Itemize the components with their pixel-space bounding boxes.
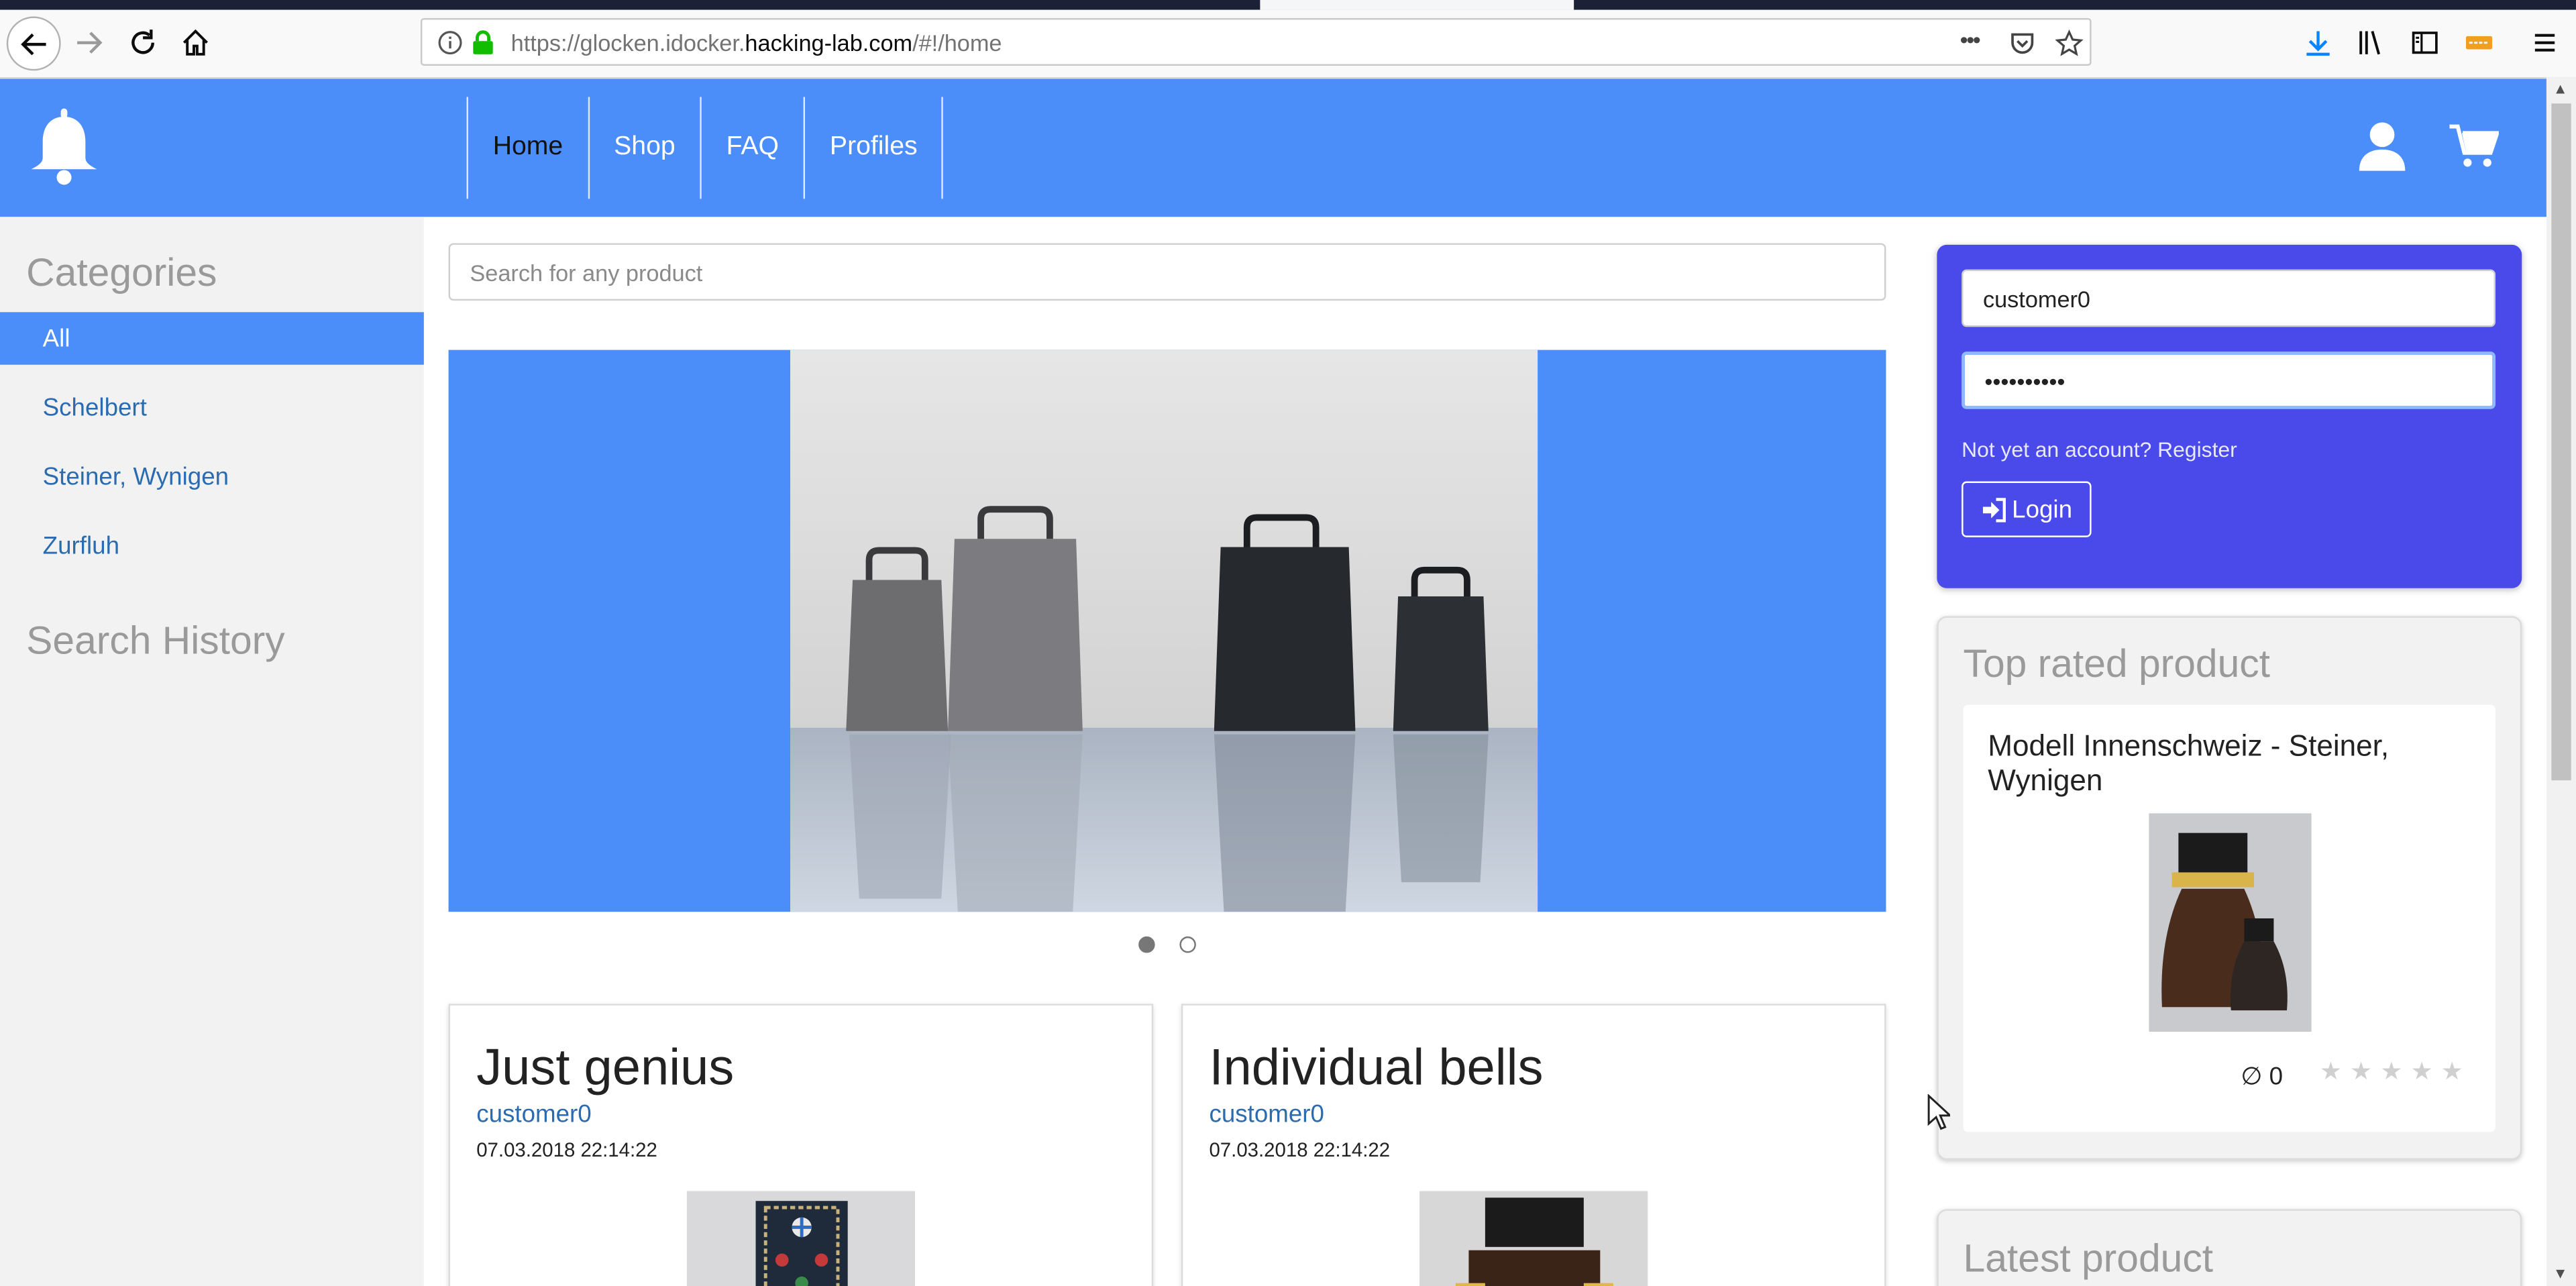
bell-icon xyxy=(31,108,97,185)
top-rated-heading: Top rated product xyxy=(1963,642,2271,687)
carousel-image-cowbells xyxy=(790,350,1538,912)
page-scrollbar[interactable]: ▲ ▼ xyxy=(2546,77,2576,1286)
star-rating[interactable]: ★ ★ ★ ★ ★ xyxy=(2320,1057,2463,1086)
card-author-link[interactable]: customer0 xyxy=(476,1101,592,1129)
downloads-button[interactable] xyxy=(2292,16,2344,68)
password-field[interactable] xyxy=(1962,352,2496,409)
logo[interactable] xyxy=(30,108,99,196)
star-icon[interactable]: ★ xyxy=(2320,1057,2342,1086)
page-actions-menu[interactable]: ••• xyxy=(1960,26,1981,52)
left-sidebar: Categories All Schelbert Steiner, Wynige… xyxy=(0,217,424,1286)
url-bar[interactable]: https://glocken.idocker.hacking-lab.com/… xyxy=(420,17,2092,66)
card-date: 07.03.2018 22:14:22 xyxy=(1209,1138,1391,1162)
bookmark-star-icon[interactable] xyxy=(2055,30,2084,58)
product-image[interactable] xyxy=(2149,813,2312,1032)
product-search-input[interactable] xyxy=(448,243,1886,301)
extension-button[interactable] xyxy=(2453,16,2505,68)
reload-icon xyxy=(131,30,154,54)
library-button[interactable] xyxy=(2345,16,2397,68)
back-button[interactable] xyxy=(6,16,61,71)
scroll-thumb[interactable] xyxy=(2551,103,2571,781)
card-image[interactable] xyxy=(686,1191,916,1286)
nav-profiles[interactable]: Profiles xyxy=(803,97,944,199)
tab-strip xyxy=(0,0,2576,10)
login-button[interactable]: Login xyxy=(1962,481,2092,537)
home-icon xyxy=(182,29,208,56)
register-link[interactable]: Register xyxy=(2157,437,2237,462)
pocket-icon[interactable] xyxy=(2009,30,2035,56)
rating-average: ∅ 0 xyxy=(2241,1063,2284,1091)
cart-button[interactable] xyxy=(2449,123,2500,178)
main-nav: Home Shop FAQ Profiles xyxy=(466,97,944,199)
card-image[interactable] xyxy=(1419,1191,1648,1286)
top-rated-product-card[interactable]: Modell Innenschweiz - Steiner, Wynigen ∅… xyxy=(1963,704,2496,1132)
site-header: Home Shop FAQ Profiles xyxy=(0,78,2546,217)
extension-icon xyxy=(2465,36,2493,50)
post-card[interactable]: Just genius customer0 07.03.2018 22:14:2… xyxy=(448,1004,1154,1286)
nav-home[interactable]: Home xyxy=(466,97,588,199)
app-menu-button[interactable] xyxy=(2518,16,2571,68)
card-author-link[interactable]: customer0 xyxy=(1209,1101,1324,1129)
nav-faq[interactable]: FAQ xyxy=(700,97,803,199)
search-history-heading: Search History xyxy=(26,619,285,664)
scroll-down-arrow-icon[interactable]: ▼ xyxy=(2553,1265,2568,1281)
card-title[interactable]: Individual bells xyxy=(1209,1038,1543,1097)
card-title[interactable]: Just genius xyxy=(476,1038,734,1097)
category-all[interactable]: All xyxy=(0,312,424,365)
url-prefix: https://glocken.idocker. xyxy=(511,30,745,56)
download-arrow-icon xyxy=(2306,31,2330,56)
active-tab[interactable] xyxy=(1260,0,1574,10)
sign-in-icon xyxy=(1982,497,2006,522)
star-icon[interactable]: ★ xyxy=(2350,1057,2372,1086)
carousel-dot-2[interactable] xyxy=(1179,936,1196,953)
shopping-cart-icon xyxy=(2449,124,2500,167)
user-icon xyxy=(2359,122,2406,171)
home-button[interactable] xyxy=(169,16,221,68)
sidebar-toggle-button[interactable] xyxy=(2399,16,2451,68)
nav-shop[interactable]: Shop xyxy=(587,97,700,199)
card-date: 07.03.2018 22:14:22 xyxy=(476,1138,657,1162)
star-icon[interactable]: ★ xyxy=(2380,1057,2402,1086)
mouse-cursor-icon xyxy=(1927,1094,1950,1130)
arrow-right-icon xyxy=(77,32,103,54)
username-field[interactable] xyxy=(1962,269,2496,327)
sidebar-icon xyxy=(2412,32,2438,54)
categories-heading: Categories xyxy=(26,251,217,296)
category-schelbert[interactable]: Schelbert xyxy=(0,381,424,433)
url-suffix: /#!/home xyxy=(912,30,1002,56)
register-prompt: Not yet an account? Register xyxy=(1962,437,2237,462)
product-name[interactable]: Modell Innenschweiz - Steiner, Wynigen xyxy=(1988,729,2464,798)
carousel-dot-1[interactable] xyxy=(1138,936,1155,953)
info-icon[interactable] xyxy=(437,30,463,56)
lock-icon[interactable] xyxy=(472,30,494,56)
arrow-left-icon xyxy=(19,32,46,55)
scroll-up-arrow-icon[interactable]: ▲ xyxy=(2553,81,2568,97)
browser-toolbar: https://glocken.idocker.hacking-lab.com/… xyxy=(0,9,2576,79)
star-icon[interactable]: ★ xyxy=(2441,1057,2463,1086)
category-zurfluh[interactable]: Zurfluh xyxy=(0,519,424,572)
post-card[interactable]: Individual bells customer0 07.03.2018 22… xyxy=(1181,1004,1886,1286)
forward-button[interactable] xyxy=(62,16,115,68)
image-carousel[interactable] xyxy=(448,350,1886,912)
latest-product-panel: Latest product xyxy=(1937,1209,2522,1286)
login-panel: Not yet an account? Register Login xyxy=(1937,244,2522,588)
url-text[interactable]: https://glocken.idocker.hacking-lab.com/… xyxy=(511,30,1002,56)
latest-product-heading: Latest product xyxy=(1963,1237,2214,1282)
top-rated-panel: Top rated product Modell Innenschweiz - … xyxy=(1937,616,2522,1160)
browser-window: https://glocken.idocker.hacking-lab.com/… xyxy=(0,0,2576,1286)
star-icon[interactable]: ★ xyxy=(2411,1057,2433,1086)
category-steiner-wynigen[interactable]: Steiner, Wynigen xyxy=(0,450,424,502)
library-icon xyxy=(2359,30,2381,55)
login-button-label: Login xyxy=(2012,495,2073,524)
hamburger-menu-icon xyxy=(2534,34,2555,52)
url-host: hacking-lab.com xyxy=(745,30,913,56)
reload-button[interactable] xyxy=(117,16,169,68)
register-prefix: Not yet an account? xyxy=(1962,437,2152,462)
user-account-button[interactable] xyxy=(2357,121,2406,179)
